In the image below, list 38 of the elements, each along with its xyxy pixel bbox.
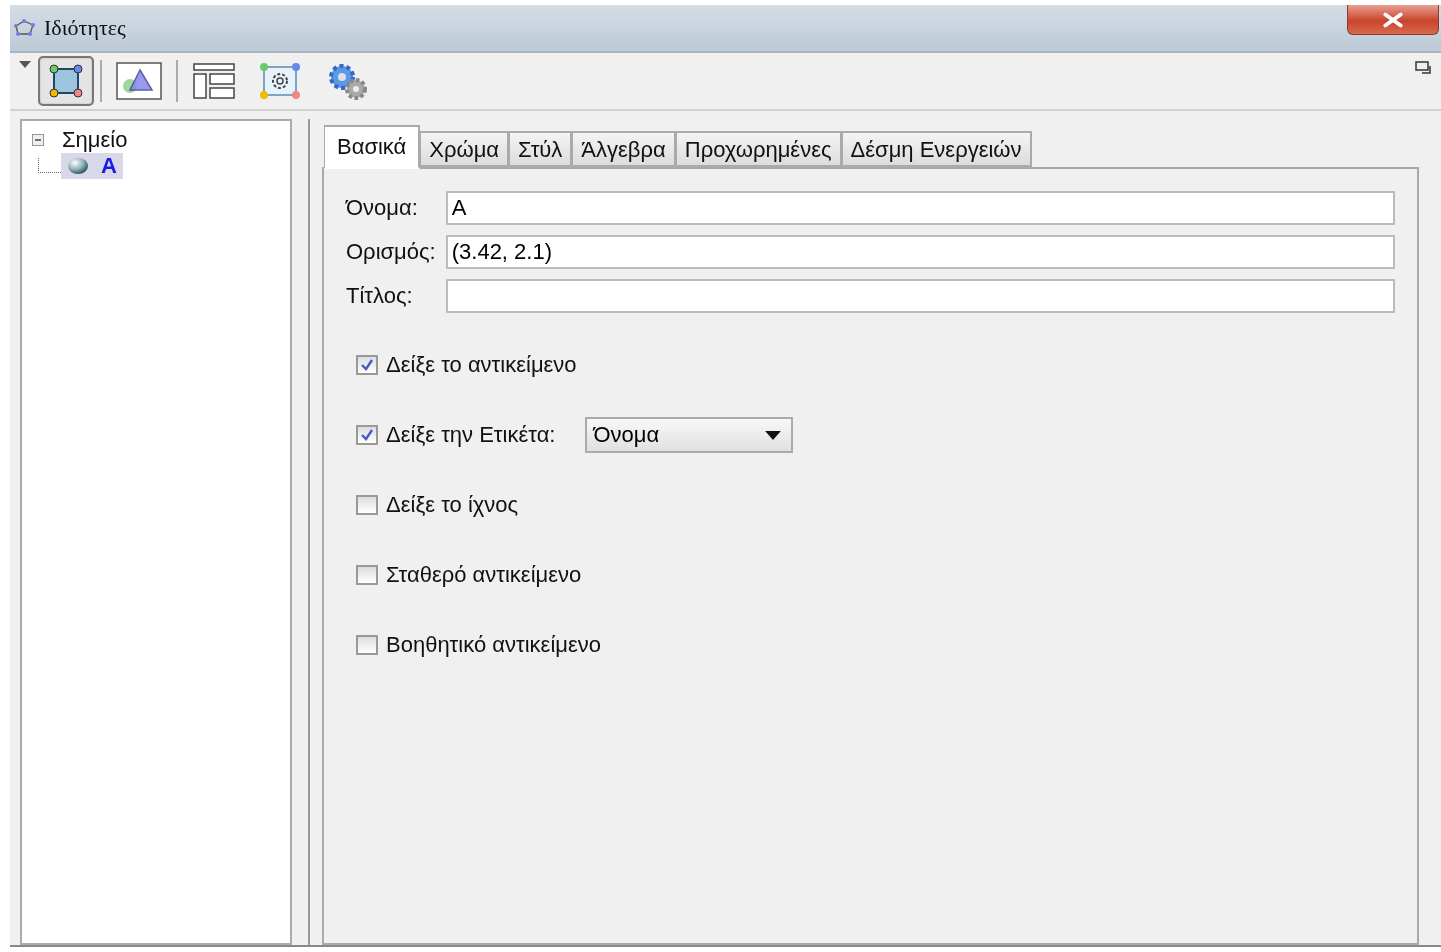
field-label: Όνομα: (346, 195, 419, 221)
text-field[interactable]: (3.42, 2.1) (445, 235, 1395, 269)
checkbox[interactable] (356, 565, 378, 585)
checkbox-label: Δείξε το αντικείμενο (386, 352, 577, 378)
field-label: Τίτλος: (346, 283, 414, 309)
collapse-icon[interactable] (32, 134, 44, 146)
checkbox-label: Βοηθητικό αντικείμενο (386, 632, 601, 658)
polygon-icon (12, 18, 36, 38)
tree-item[interactable]: A (61, 153, 123, 179)
checkbox[interactable] (356, 495, 378, 515)
tree-item[interactable]: Σημείο (62, 127, 128, 153)
checkbox[interactable] (356, 425, 378, 445)
object-properties-button[interactable] (38, 56, 94, 106)
undock-icon[interactable] (1415, 61, 1433, 75)
tab[interactable]: Χρώμα (420, 131, 510, 167)
tab[interactable]: Άλγεβρα (572, 131, 676, 167)
dropdown-arrow-icon[interactable] (18, 61, 32, 69)
close-icon (1382, 11, 1404, 28)
checkbox[interactable] (356, 355, 378, 375)
label-dropdown[interactable]: Όνομα (585, 417, 794, 453)
field-label: Ορισμός: (346, 239, 436, 265)
tab[interactable]: Δέσμη Ενεργειών (841, 131, 1032, 167)
caret-icon (765, 430, 782, 440)
checkbox-label: Δείξε την Ετικέτα: (386, 422, 556, 448)
text-field[interactable] (445, 279, 1395, 313)
close-button[interactable] (1347, 5, 1439, 35)
point-icon (67, 157, 89, 175)
checkbox-label: Σταθερό αντικείμενο (386, 562, 582, 588)
tab[interactable]: Στύλ (509, 131, 573, 167)
checkmark-icon (359, 427, 375, 443)
tab[interactable]: Βασικά (324, 125, 421, 169)
checkbox-label: Δείξε το ίχνος (386, 492, 519, 518)
tab[interactable]: Προχωρημένες (675, 131, 842, 167)
text-field[interactable]: A (445, 191, 1395, 225)
checkmark-icon (359, 357, 375, 373)
window-title: Ιδιότητες (44, 15, 126, 41)
dropdown-value: Όνομα (593, 422, 660, 448)
checkbox[interactable] (356, 635, 378, 655)
